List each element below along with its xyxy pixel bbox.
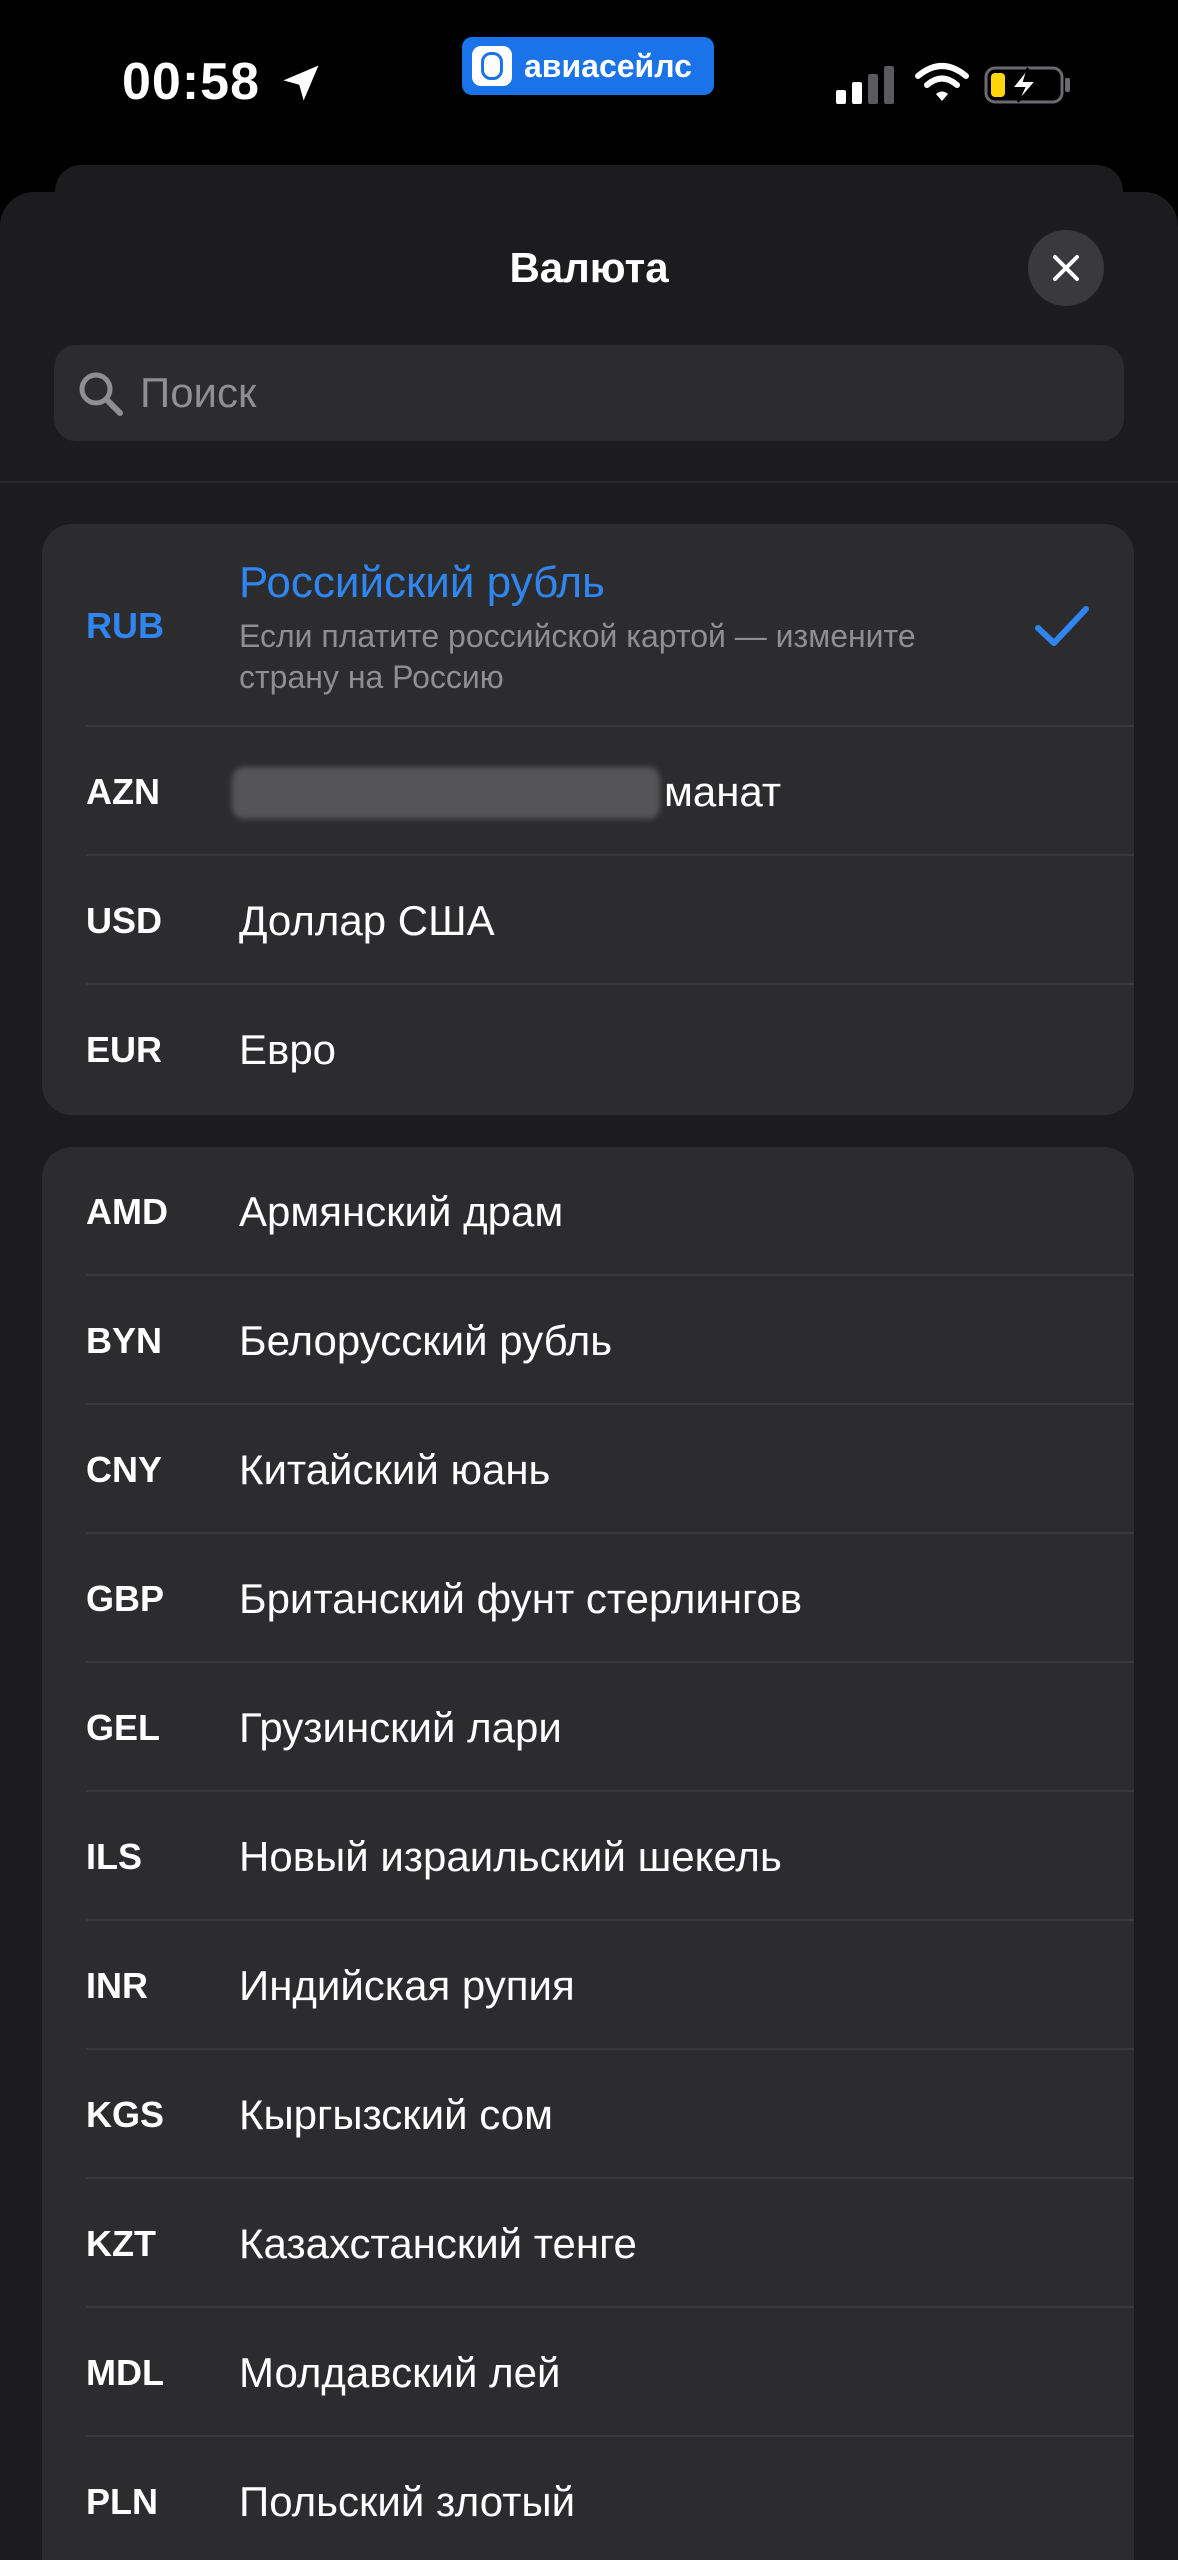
currency-row-kzt[interactable]: KZT Казахстанский тенге	[42, 2179, 1134, 2308]
location-arrow-icon	[283, 65, 319, 101]
app-indicator-label: авиасейлс	[524, 47, 692, 84]
currency-name: манат	[664, 768, 782, 815]
aviasales-logo-icon	[472, 46, 512, 86]
currency-code: AMD	[86, 1191, 168, 1232]
currency-name: Новый израильский шекель	[239, 1833, 782, 1880]
search-icon	[79, 372, 123, 416]
close-button[interactable]	[1028, 230, 1104, 306]
search-input[interactable]	[140, 345, 1100, 441]
currency-name: Российский рубль	[239, 558, 605, 607]
currency-row-gel[interactable]: GEL Грузинский лари	[42, 1663, 1134, 1792]
currency-row-pln[interactable]: PLN Польский злотый	[42, 2437, 1134, 2560]
currency-code: CNY	[86, 1449, 163, 1490]
currency-code: KZT	[86, 2223, 156, 2264]
currency-name: Британский фунт стерлингов	[239, 1575, 803, 1622]
currency-row-usd[interactable]: USD Доллар США	[42, 856, 1134, 985]
currency-code: RUB	[86, 605, 164, 646]
currency-code: GBP	[86, 1578, 165, 1619]
header-divider	[0, 481, 1178, 483]
status-time: 00:58	[122, 53, 260, 111]
currency-hint: Если платите российской картой — изменит…	[239, 618, 916, 695]
currency-code: INR	[86, 1965, 148, 2006]
currency-row-eur[interactable]: EUR Евро	[42, 985, 1134, 1114]
redacted-text	[232, 767, 660, 819]
currency-row-cny[interactable]: CNY Китайский юань	[42, 1405, 1134, 1534]
checkmark-icon	[1035, 606, 1089, 646]
currency-name: Польский злотый	[239, 2478, 576, 2525]
status-bar: 00:58 авиасейлс	[0, 0, 1178, 165]
currency-row-mdl[interactable]: MDL Молдавский лей	[42, 2308, 1134, 2437]
currency-name: Кыргызский сом	[239, 2091, 553, 2138]
currency-row-inr[interactable]: INR Индийская рупия	[42, 1921, 1134, 2050]
currency-row-kgs[interactable]: KGS Кыргызский сом	[42, 2050, 1134, 2179]
currency-code: BYN	[86, 1320, 163, 1361]
currency-row-gbp[interactable]: GBP Британский фунт стерлингов	[42, 1534, 1134, 1663]
currency-name: Белорусский рубль	[239, 1317, 613, 1364]
sheet-title: Валюта	[509, 244, 669, 291]
currency-name: Молдавский лей	[239, 2349, 561, 2396]
currency-row-rub[interactable]: RUB Российский рубль Если платите россий…	[42, 524, 1134, 727]
currency-name: Доллар США	[239, 897, 495, 944]
currency-group-primary: RUB Российский рубль Если платите россий…	[42, 524, 1134, 1115]
wifi-icon	[915, 63, 969, 101]
currency-code: AZN	[86, 771, 160, 812]
currency-code: EUR	[86, 1029, 163, 1070]
search-box[interactable]	[54, 345, 1124, 441]
app-indicator-pill[interactable]: авиасейлс	[462, 37, 714, 95]
currency-group-other: AMD Армянский драм BYN Белорусский рубль…	[42, 1147, 1134, 2560]
currency-row-ils[interactable]: ILS Новый израильский шекель	[42, 1792, 1134, 1921]
currency-sheet: Валюта RUB Российский рубль Если платите…	[0, 192, 1178, 2560]
currency-code: ILS	[86, 1836, 143, 1877]
close-icon	[1053, 255, 1079, 281]
currency-name: Грузинский лари	[239, 1704, 562, 1751]
currency-code: USD	[86, 900, 163, 941]
currency-row-byn[interactable]: BYN Белорусский рубль	[42, 1276, 1134, 1405]
battery-charging-icon	[984, 66, 1070, 104]
currency-name: Китайский юань	[239, 1446, 551, 1493]
currency-name: Индийская рупия	[239, 1962, 575, 2009]
cellular-signal-icon	[836, 66, 894, 104]
currency-code: MDL	[86, 2352, 164, 2393]
currency-code: PLN	[86, 2481, 158, 2522]
currency-code: GEL	[86, 1707, 161, 1748]
currency-row-azn[interactable]: AZN манат	[42, 727, 1134, 856]
currency-code: KGS	[86, 2094, 165, 2135]
currency-name: Казахстанский тенге	[239, 2220, 637, 2267]
currency-row-amd[interactable]: AMD Армянский драм	[42, 1147, 1134, 1276]
currency-name: Евро	[239, 1026, 337, 1073]
currency-name: Армянский драм	[239, 1188, 564, 1235]
